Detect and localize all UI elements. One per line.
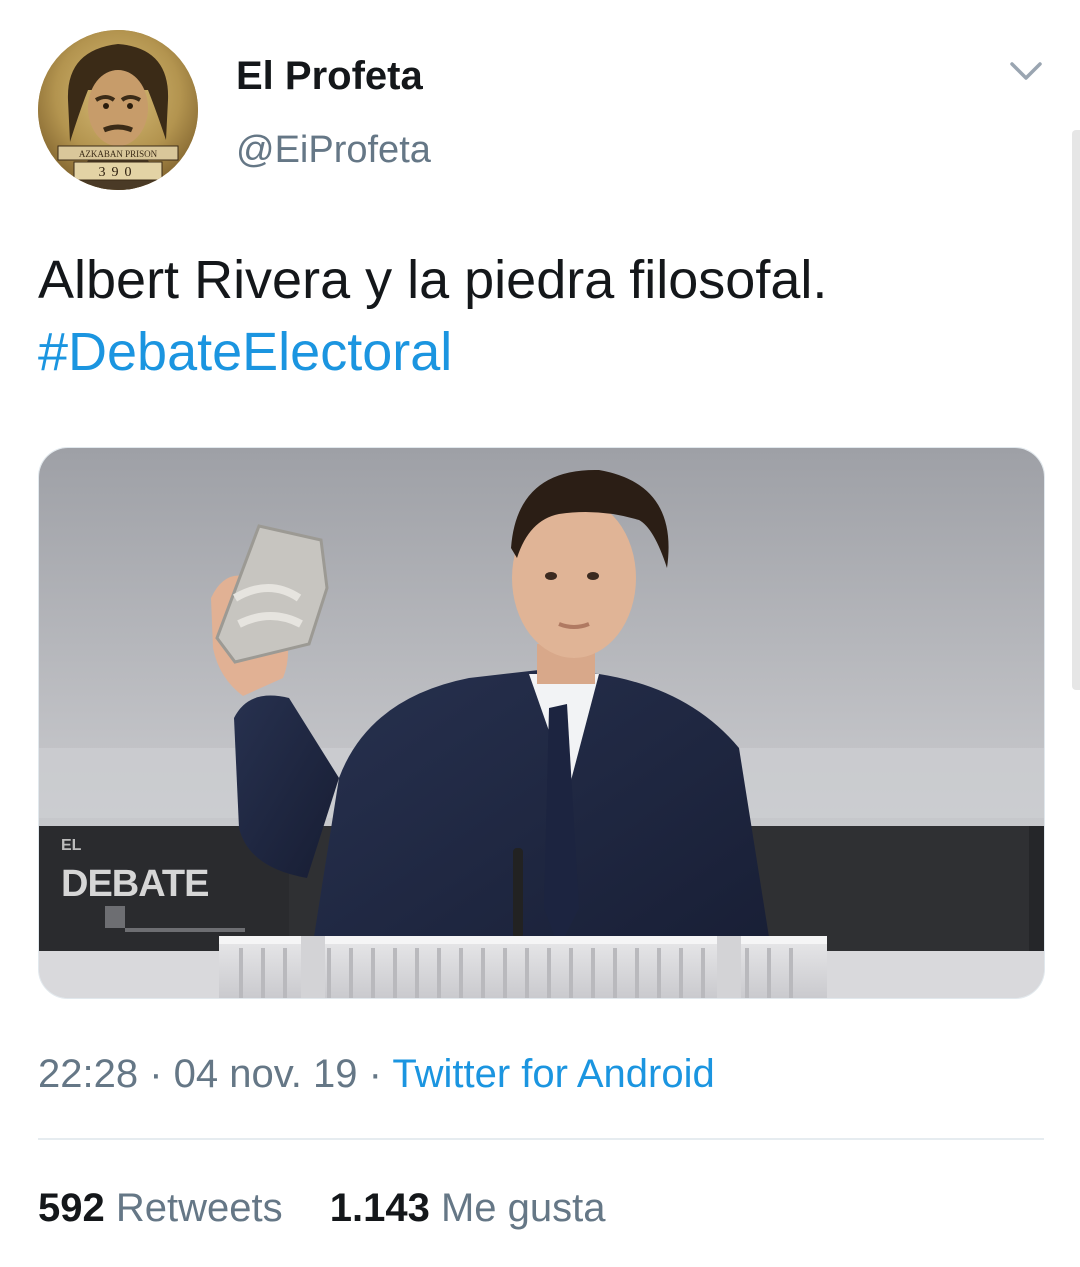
tweet-source-link[interactable]: Twitter for Android [392,1052,714,1096]
tweet-photo[interactable]: EL DEBATE [38,447,1045,999]
likes-count: 1.143 [329,1186,430,1230]
logo-debate-text: DEBATE [61,863,208,905]
meta-separator: · [357,1052,393,1096]
meta-separator: · [138,1052,174,1096]
avatar-caption: AZKABAN PRISON [79,149,158,159]
photo-debate-icon: EL DEBATE [39,448,1044,998]
tweet-meta: 22:28 · 04 nov. 19 · Twitter for Android [38,1046,715,1102]
likes-label: Me gusta [440,1186,606,1230]
logo-el-text: EL [61,837,82,854]
retweets-stat[interactable]: 592 Retweets [38,1180,283,1236]
wanted-poster-avatar-icon: AZKABAN PRISON 390 [38,30,198,190]
scroll-indicator[interactable] [1072,130,1080,690]
tweet-body: Albert Rivera y la piedra filosofal. [38,250,828,310]
likes-stat[interactable]: 1.143 Me gusta [330,1180,606,1236]
tweet-text: Albert Rivera y la piedra filosofal. #De… [38,244,1048,388]
tweet-detail: AZKABAN PRISON 390 El Profeta @EiProfeta… [0,0,1080,1267]
retweets-count: 592 [38,1186,105,1230]
user-handle[interactable]: @EiProfeta [236,126,431,174]
chevron-down-icon[interactable] [1008,58,1044,86]
avatar[interactable]: AZKABAN PRISON 390 [38,30,198,190]
tweet-stats: 592 Retweets 1.143 Me gusta [38,1180,606,1236]
retweets-label: Retweets [115,1186,283,1230]
tweet-time: 22:28 [38,1052,139,1096]
avatar-numbers: 390 [99,165,138,180]
display-name[interactable]: El Profeta [236,52,423,100]
divider [38,1138,1044,1140]
hashtag-link[interactable]: #DebateElectoral [38,316,1048,388]
tweet-date: 04 nov. 19 [173,1052,358,1096]
